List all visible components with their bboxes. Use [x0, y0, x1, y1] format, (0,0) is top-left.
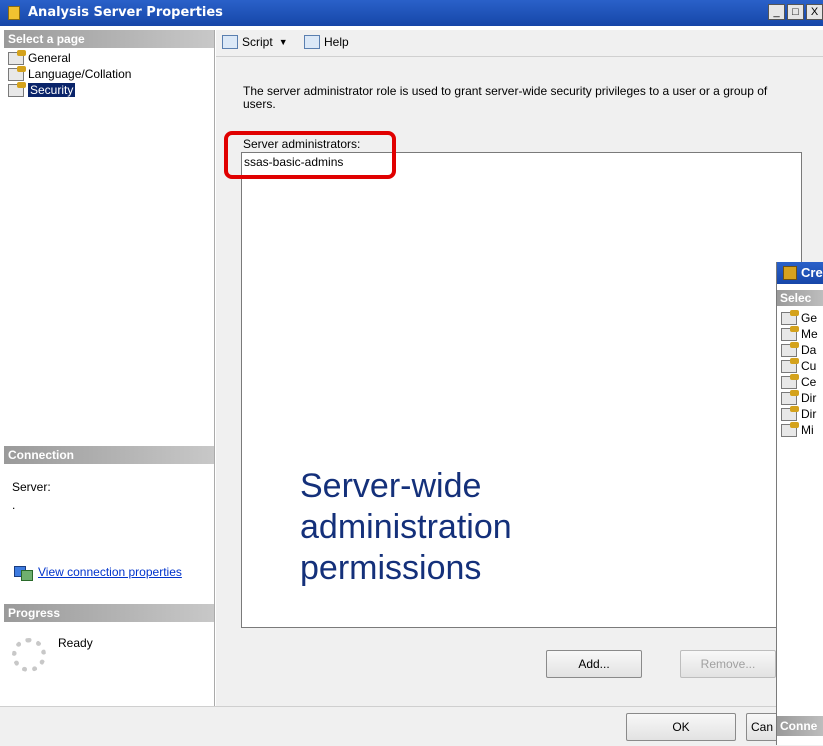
page-item-label: Mi: [801, 423, 814, 437]
server-label: Server:: [12, 480, 51, 494]
add-button-label: Add...: [578, 657, 610, 671]
left-pane: Select a page General Language/Collation…: [4, 30, 215, 706]
help-label: Help: [324, 35, 349, 49]
help-icon: [304, 35, 320, 49]
role-description: The server administrator role is used to…: [243, 84, 768, 111]
create-dialog-page-list: Ge Me Da Cu Ce Dir Dir Mi: [781, 309, 818, 438]
page-item-general[interactable]: General: [8, 49, 131, 66]
create-dialog-page-item[interactable]: Ge: [781, 309, 818, 326]
window-controls: _ □ X: [768, 4, 823, 20]
select-page-header: Select a page: [4, 30, 214, 48]
create-dialog-page-item[interactable]: Cu: [781, 357, 818, 374]
page-item-label: Me: [801, 327, 818, 341]
overlay-line: Server-wide: [300, 467, 482, 505]
create-dialog-title-bar[interactable]: Cre: [777, 262, 823, 284]
connection-info: Server: .: [12, 480, 51, 512]
dialog-button-bar: OK Can: [0, 706, 823, 746]
page-item-security[interactable]: Security: [8, 81, 131, 98]
page-icon: [781, 373, 799, 389]
create-dialog-page-item[interactable]: Da: [781, 341, 818, 358]
progress-status: Ready: [58, 636, 93, 650]
create-dialog-page-item[interactable]: Dir: [781, 405, 818, 422]
page-item-label: General: [28, 51, 71, 65]
page-icon: [8, 81, 26, 97]
close-button[interactable]: X: [806, 4, 823, 20]
server-administrators-list[interactable]: ssas-basic-admins Server-wide administra…: [241, 152, 802, 628]
create-dialog-window[interactable]: Cre Selec Ge Me Da Cu Ce Dir Dir Mi Conn…: [776, 262, 823, 745]
main-pane: Script ▼ Help The server administrator r…: [216, 30, 823, 706]
server-value: .: [12, 498, 16, 512]
page-icon: [781, 341, 799, 357]
page-icon: [781, 325, 799, 341]
overlay-line: permissions: [300, 549, 482, 587]
connection-icon: [14, 564, 33, 581]
overlay-line: administration: [300, 508, 512, 546]
ok-button[interactable]: OK: [626, 713, 736, 741]
page-icon: [781, 421, 799, 437]
page-icon: [8, 65, 26, 81]
page-icon: [8, 49, 26, 65]
minimize-button[interactable]: _: [768, 4, 785, 20]
create-dialog-page-item[interactable]: Ce: [781, 373, 818, 390]
progress-spinner-icon: [12, 638, 46, 672]
page-list: General Language/Collation Security: [8, 49, 132, 98]
page-item-label: Da: [801, 343, 817, 357]
server-icon: [8, 6, 20, 20]
ok-button-label: OK: [672, 720, 690, 734]
remove-button-label: Remove...: [700, 657, 756, 671]
script-icon: [222, 35, 238, 49]
view-connection-link[interactable]: View connection properties: [38, 565, 182, 579]
view-connection-properties[interactable]: View connection properties: [14, 564, 182, 581]
script-button[interactable]: Script ▼: [222, 35, 288, 49]
add-button[interactable]: Add...: [546, 650, 642, 678]
cancel-button-label: Can: [751, 720, 774, 734]
title-bar[interactable]: Analysis Server Properties _ □ X: [0, 0, 823, 26]
page-item-label: Language/Collation: [28, 67, 132, 81]
script-label: Script: [242, 35, 273, 49]
overlay-caption: Server-wide administration permissions: [300, 466, 512, 589]
page-icon: [781, 309, 799, 325]
create-dialog-page-item[interactable]: Mi: [781, 421, 818, 438]
remove-button[interactable]: Remove...: [680, 650, 776, 678]
page-item-label: Dir: [801, 407, 817, 421]
create-dialog-page-item[interactable]: Me: [781, 325, 818, 342]
chevron-down-icon: ▼: [278, 37, 288, 47]
maximize-button[interactable]: □: [787, 4, 804, 20]
progress-header: Progress: [4, 604, 214, 622]
connection-header: Connection: [4, 446, 214, 464]
highlight-box: [224, 131, 396, 179]
analysis-server-properties-window: Analysis Server Properties _ □ X Select …: [0, 0, 823, 746]
page-icon: [781, 357, 799, 373]
create-dialog-select-header: Selec: [777, 290, 823, 306]
page-item-label: Dir: [801, 391, 817, 405]
help-button[interactable]: Help: [304, 35, 349, 49]
page-icon: [781, 405, 799, 421]
window-title: Analysis Server Properties: [28, 5, 223, 20]
create-dialog-connection-header: Conne: [777, 716, 823, 736]
page-icon: [781, 389, 799, 405]
page-item-label: Ge: [801, 311, 818, 325]
page-item-label: Ce: [801, 375, 817, 389]
toolbar: Script ▼ Help: [216, 30, 823, 57]
page-item-label: Cu: [801, 359, 817, 373]
create-dialog-page-item[interactable]: Dir: [781, 389, 818, 406]
page-item-language-collation[interactable]: Language/Collation: [8, 65, 132, 82]
role-icon: [783, 266, 797, 280]
create-dialog-title: Cre: [801, 265, 823, 280]
page-item-label: Security: [28, 83, 76, 97]
progress-info: Ready: [12, 636, 93, 672]
